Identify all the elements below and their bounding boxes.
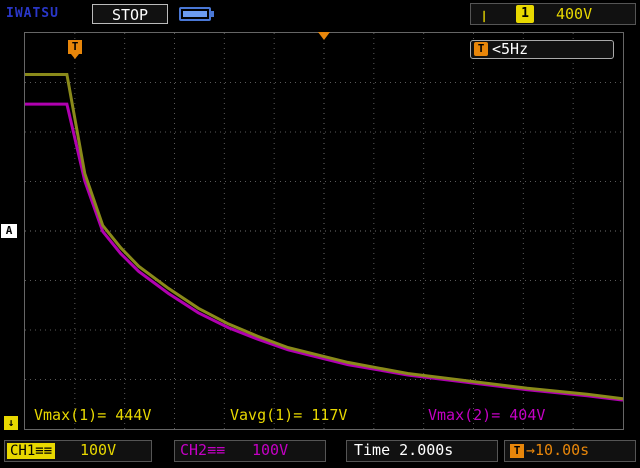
trigger-delay-icon: T <box>510 444 524 458</box>
trigger-level: 400V <box>556 5 593 23</box>
ch1-label: CH1≡≡ <box>7 443 56 459</box>
run-stop-status[interactable]: STOP <box>92 4 168 24</box>
trigger-position-arrow-icon <box>71 54 79 59</box>
trigger-level-marker-icon[interactable]: A <box>1 224 17 238</box>
trigger-frequency: <5Hz <box>492 40 529 58</box>
trigger-status-panel[interactable] <box>470 3 636 25</box>
measurement-vavg-ch1: Vavg(1)= 117V <box>230 406 348 424</box>
ch1-ground-marker-icon[interactable]: ↓ <box>4 416 18 430</box>
ch2-scale: 100V <box>252 441 289 459</box>
trigger-position-icon[interactable]: T <box>68 40 82 54</box>
measurement-vmax-ch2: Vmax(2)= 404V <box>428 406 546 424</box>
waveform-plot <box>25 33 623 429</box>
timebase: Time 2.000s <box>354 441 454 459</box>
trigger-delay: →10.00s <box>526 441 590 459</box>
brand-logo: IWATSU <box>6 6 59 21</box>
waveform-display[interactable] <box>24 32 624 430</box>
trigger-source-badge: 1 <box>516 5 534 23</box>
measurement-vmax-ch1: Vmax(1)= 444V <box>34 406 152 424</box>
trigger-edge-icon: ꞁ <box>482 5 487 23</box>
ch2-label: CH2≡≡ <box>180 441 226 459</box>
time-center-marker-icon <box>318 32 330 40</box>
ch1-scale: 100V <box>80 441 117 459</box>
trigger-frequency-icon: T <box>474 42 488 56</box>
battery-icon <box>179 7 214 21</box>
